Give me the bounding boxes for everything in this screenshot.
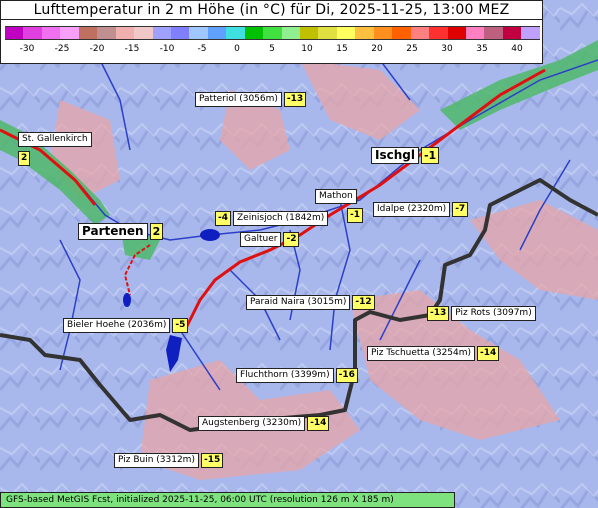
station-temp: -12	[352, 295, 375, 310]
legend-swatch	[152, 26, 171, 40]
station-name: Partenen	[78, 223, 148, 240]
legend-swatch	[502, 26, 522, 40]
station-name: Patteriol (3056m)	[195, 92, 282, 107]
terrain-map	[0, 0, 598, 508]
station-name: Paraid Naira (3015m)	[246, 295, 351, 310]
legend-swatch	[78, 26, 98, 40]
station-name: Mathon	[315, 189, 357, 204]
station-name: Piz Buin (3312m)	[114, 453, 199, 468]
legend-tick: 15	[336, 44, 348, 54]
label-piz-rots: -13 Piz Rots (3097m)	[427, 306, 536, 321]
station-name: Piz Tschuetta (3254m)	[367, 346, 476, 361]
station-temp: -16	[335, 368, 358, 383]
color-ramp	[5, 26, 540, 40]
legend-swatch	[336, 26, 356, 40]
station-name: Idalpe (2320m)	[373, 202, 451, 217]
station-name: Ischgl	[371, 147, 419, 164]
label-bieler-hoehe: Bieler Hoehe (2036m) -5	[63, 318, 189, 333]
station-temp: -15	[200, 453, 224, 468]
station-temp: -4	[215, 211, 231, 226]
legend-swatch	[263, 26, 282, 40]
legend-swatch	[244, 26, 264, 40]
legend-swatch	[97, 26, 116, 40]
label-zeinisjoch: -4 Zeinisjoch (1842m)	[215, 211, 329, 226]
legend-swatch	[447, 26, 466, 40]
legend-swatch	[115, 26, 135, 40]
legend-swatch	[226, 26, 245, 40]
station-temp: -1	[420, 147, 440, 164]
station-temp: -2	[283, 232, 300, 247]
label-ischgl: Ischgl -1	[371, 147, 440, 164]
legend-tick: 10	[301, 44, 313, 54]
station-temp: -1	[347, 208, 363, 223]
legend-swatch	[300, 26, 319, 40]
legend-tick: -10	[159, 44, 175, 54]
legend-tick: 25	[406, 44, 418, 54]
legend-tick: -5	[197, 44, 207, 54]
legend-swatch	[484, 26, 503, 40]
station-temp: -14	[477, 346, 500, 361]
legend-swatch	[318, 26, 337, 40]
legend-swatch	[207, 26, 227, 40]
station-name: Zeinisjoch (1842m)	[233, 211, 329, 226]
legend-tick: -20	[89, 44, 105, 54]
label-patteriol: Patteriol (3056m) -13	[195, 92, 307, 107]
legend-swatch	[521, 26, 540, 40]
map-title: Lufttemperatur in 2 m Höhe (in °C) für D…	[0, 0, 543, 20]
legend-swatch	[134, 26, 153, 40]
legend-tick: 0	[234, 44, 240, 54]
legend-swatch	[170, 26, 190, 40]
legend-swatch	[373, 26, 393, 40]
station-name: St. Gallenkirch	[18, 132, 92, 147]
legend-swatch	[281, 26, 300, 40]
label-piz-buin: Piz Buin (3312m) -15	[114, 453, 224, 468]
legend-tick: 40	[511, 44, 523, 54]
legend-swatch	[465, 26, 485, 40]
station-temp: 2	[18, 151, 31, 166]
label-paraid-naira: Paraid Naira (3015m) -12	[246, 295, 375, 310]
legend-swatch	[189, 26, 208, 40]
station-temp: -13	[427, 306, 450, 321]
legend-tick: 5	[269, 44, 275, 54]
legend-tick: -25	[54, 44, 70, 54]
label-augstenberg: Augstenberg (3230m) -14	[198, 416, 330, 431]
legend-swatch	[392, 26, 411, 40]
temperature-legend: -30 -25 -20 -15 -10 -5 0 5 10 15 20 25 30 35 40	[0, 20, 543, 64]
legend-swatch	[41, 26, 61, 40]
legend-tick: -15	[124, 44, 140, 54]
label-partenen: Partenen 2	[78, 223, 164, 240]
model-info-footer: GFS-based MetGIS Fcst, initialized 2025-…	[0, 492, 455, 508]
station-name: Fluchthorn (3399m)	[236, 368, 334, 383]
label-st-gallenkirch: St. Gallenkirch 2	[18, 132, 92, 166]
legend-swatch	[60, 26, 79, 40]
station-temp: -14	[307, 416, 330, 431]
station-temp: 2	[149, 223, 164, 240]
station-name: Augstenberg (3230m)	[198, 416, 306, 431]
legend-swatch	[23, 26, 42, 40]
legend-tick: 35	[476, 44, 488, 54]
label-piz-tschuetta: Piz Tschuetta (3254m) -14	[367, 346, 500, 361]
legend-tick: 20	[371, 44, 383, 54]
legend-swatch	[355, 26, 374, 40]
label-idalpe: Idalpe (2320m) -7	[373, 202, 469, 217]
label-galtuer: Galtuer -2	[240, 232, 300, 247]
station-name: Piz Rots (3097m)	[451, 306, 536, 321]
station-temp: -5	[172, 318, 189, 333]
legend-swatch	[410, 26, 430, 40]
vermunt-lake	[123, 293, 131, 307]
station-temp: -13	[283, 92, 307, 107]
zeinis-lake	[200, 229, 220, 241]
legend-tick: 30	[441, 44, 453, 54]
legend-swatch	[429, 26, 448, 40]
label-fluchthorn: Fluchthorn (3399m) -16	[236, 368, 358, 383]
legend-tick: -30	[19, 44, 35, 54]
station-name: Bieler Hoehe (2036m)	[63, 318, 171, 333]
station-name: Galtuer	[240, 232, 282, 247]
station-temp: -7	[452, 202, 469, 217]
legend-swatch	[5, 26, 24, 40]
